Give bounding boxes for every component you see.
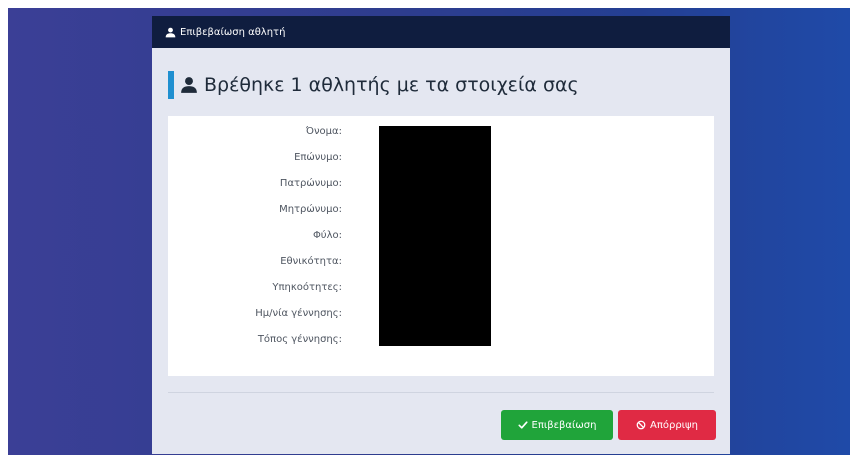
- field-label: Επώνυμο:: [294, 152, 342, 163]
- athlete-confirmation-dialog: Επιβεβαίωση αθλητή Βρέθηκε 1 αθλητής με …: [152, 16, 730, 454]
- athlete-info-panel: Όνομα: Επώνυμο: Πατρώνυμο: Μητρώνυμο: Φύλο: Ε…: [168, 116, 714, 376]
- result-heading: Βρέθηκε 1 αθλητής με τα στοιχεία σας: [168, 71, 579, 99]
- field-label: Όνομα:: [305, 126, 342, 137]
- field-label: Μητρώνυμο:: [279, 204, 342, 215]
- heading-accent-bar: [168, 71, 174, 99]
- user-icon: [181, 77, 197, 93]
- ban-icon: [636, 420, 646, 430]
- dialog-header-title: Επιβεβαίωση αθλητή: [180, 26, 286, 38]
- field-label: Τόπος γέννησης:: [257, 334, 342, 345]
- redacted-values-block: [379, 126, 491, 346]
- confirm-button[interactable]: Επιβεβαίωση: [501, 410, 613, 440]
- footer-divider: [168, 392, 714, 393]
- field-label: Ημ/νία γέννησης:: [255, 308, 342, 319]
- field-label: Φύλο:: [312, 230, 342, 241]
- user-icon: [165, 27, 176, 37]
- reject-button[interactable]: Απόρριψη: [618, 410, 716, 440]
- field-label: Πατρώνυμο:: [279, 178, 342, 189]
- field-label: Υπηκοότητες:: [272, 282, 342, 293]
- field-label: Εθνικότητα:: [280, 256, 342, 267]
- reject-button-label: Απόρριψη: [650, 419, 698, 431]
- result-heading-text: Βρέθηκε 1 αθλητής με τα στοιχεία σας: [204, 74, 579, 96]
- check-icon: [517, 421, 528, 429]
- dialog-header: Επιβεβαίωση αθλητή: [152, 16, 730, 48]
- confirm-button-label: Επιβεβαίωση: [531, 419, 597, 431]
